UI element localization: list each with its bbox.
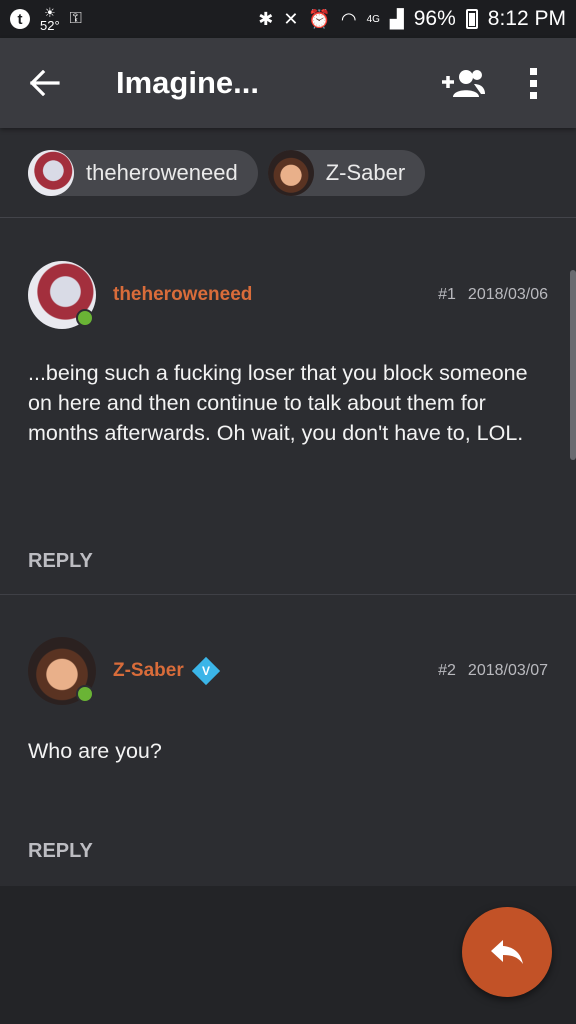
scrollbar[interactable] — [570, 270, 576, 460]
avatar — [267, 149, 314, 196]
temperature: 52° — [40, 18, 60, 33]
battery-icon — [465, 9, 478, 29]
status-bar: t ☀ 52° ⚿ ✱ ✕ ⏰ ◠ 4G ▟ 96% 8:12 PM — [0, 0, 576, 38]
arrow-left-icon — [30, 70, 60, 96]
wifi-icon: ◠ — [340, 8, 357, 29]
app-bar: Imagine... — [0, 38, 576, 128]
participant-name: Z-Saber — [325, 159, 406, 185]
participant-chip-z-saber[interactable]: Z-Saber — [267, 149, 426, 196]
bluetooth-icon: ✱ — [258, 8, 274, 29]
post-date: 2018/03/07 — [467, 662, 548, 679]
participants-bar: theheroweneed Z-Saber — [0, 128, 576, 218]
reply-icon — [491, 940, 523, 964]
clock: 8:12 PM — [487, 7, 566, 30]
author-name[interactable]: theheroweneed — [113, 284, 252, 306]
post-date: 2018/03/06 — [467, 286, 548, 303]
post-body: Who are you? — [28, 739, 162, 763]
alarm-icon: ⏰ — [308, 8, 331, 29]
avatar — [28, 149, 74, 196]
participant-name: theheroweneed — [86, 159, 238, 185]
tumblr-notification-icon: t — [10, 9, 30, 29]
post-item: Z-Saber V #2 2018/03/07 Who are you? REP… — [0, 594, 576, 887]
more-options-button[interactable] — [498, 48, 568, 118]
post-number: #2 — [438, 662, 456, 679]
post-body: ...being such a fucking loser that you b… — [28, 361, 528, 445]
reply-fab-button[interactable] — [462, 907, 552, 997]
key-icon: ⚿ — [69, 10, 82, 27]
reply-button[interactable]: REPLY — [28, 550, 93, 573]
online-indicator — [76, 309, 94, 327]
back-button[interactable] — [10, 48, 80, 118]
signal-icon: ▟ — [389, 8, 404, 29]
page-title: Imagine... — [116, 65, 259, 100]
mute-icon: ✕ — [283, 8, 299, 29]
author-avatar[interactable] — [28, 261, 96, 329]
add-person-icon — [442, 70, 485, 97]
post-number: #1 — [438, 286, 456, 303]
network-type: 4G — [366, 13, 380, 25]
participant-chip-theheroweneed[interactable]: theheroweneed — [28, 149, 258, 196]
verified-badge-icon: V — [191, 656, 220, 686]
author-name[interactable]: Z-Saber — [113, 660, 184, 682]
online-indicator — [76, 685, 94, 703]
battery-percent: 96% — [413, 7, 456, 30]
reply-button[interactable]: REPLY — [28, 840, 93, 863]
author-avatar[interactable] — [28, 637, 96, 705]
more-vert-icon — [529, 67, 537, 99]
weather-icon: ☀ 52° — [40, 5, 60, 33]
add-people-button[interactable] — [428, 48, 498, 118]
post-item: theheroweneed #1 2018/03/06 ...being suc… — [0, 218, 576, 595]
